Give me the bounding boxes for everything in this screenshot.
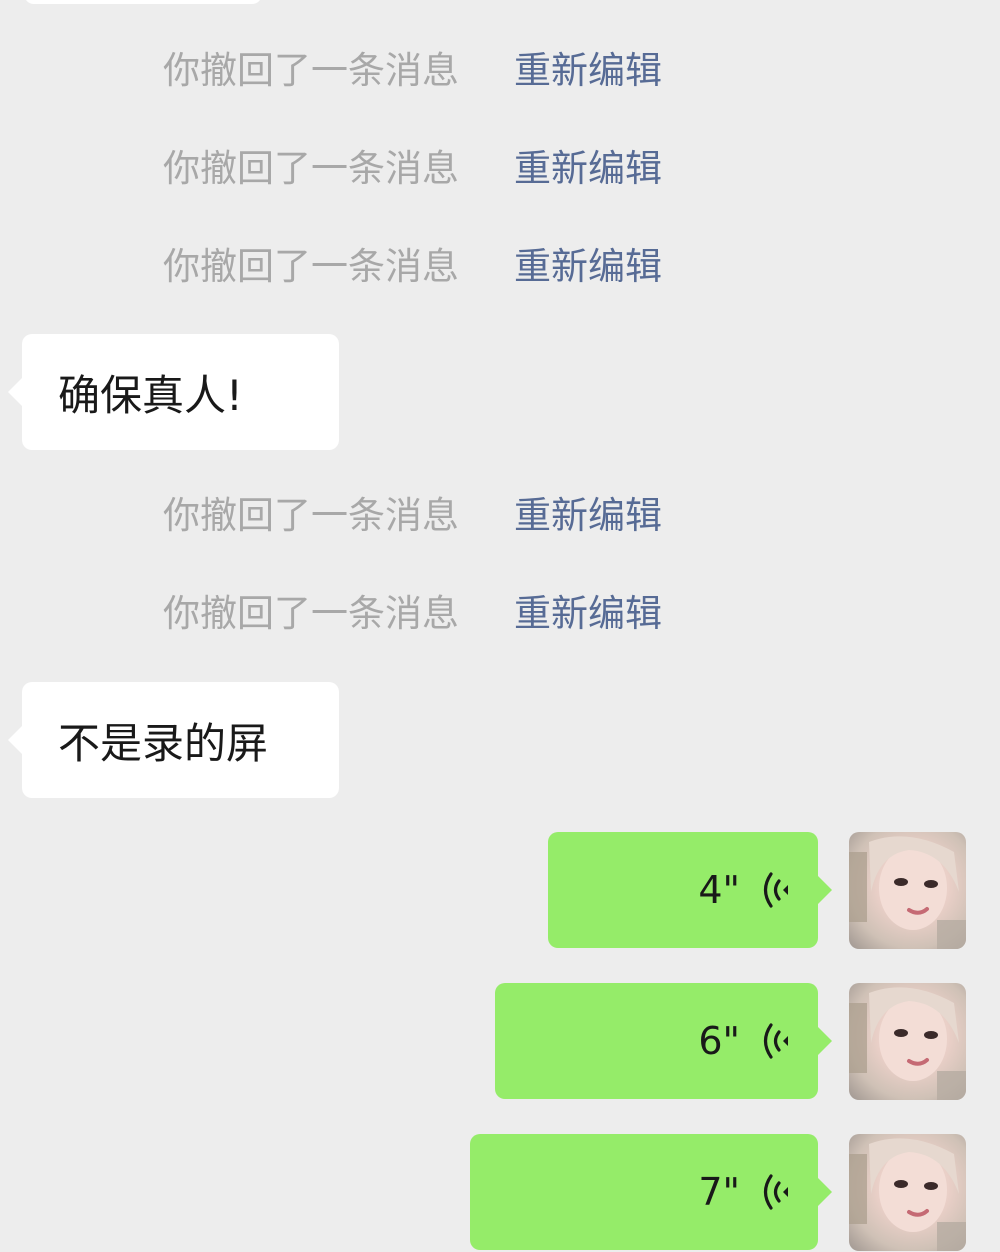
avatar[interactable] <box>849 1134 966 1251</box>
outgoing-voice-message: 4" <box>0 832 1000 950</box>
avatar[interactable] <box>849 983 966 1100</box>
recall-text: 你撤回了一条消息 <box>163 49 459 92</box>
recall-notice: 你撤回了一条消息 重新编辑 <box>0 486 1000 546</box>
recall-text: 你撤回了一条消息 <box>163 147 459 190</box>
outgoing-voice-message: 6" <box>0 983 1000 1101</box>
incoming-message: 确保真人! <box>0 334 1000 450</box>
reedit-link[interactable]: 重新编辑 <box>514 41 662 101</box>
incoming-bubble[interactable]: 确保真人! <box>8 334 339 450</box>
avatar[interactable] <box>849 832 966 949</box>
reedit-link[interactable]: 重新编辑 <box>514 584 662 644</box>
reedit-link[interactable]: 重新编辑 <box>514 237 662 297</box>
voice-wave-icon <box>763 1174 788 1210</box>
recall-text: 你撤回了一条消息 <box>163 494 459 537</box>
voice-duration: 7" <box>698 1170 740 1214</box>
voice-duration: 6" <box>698 1019 740 1063</box>
incoming-message: 不是录的屏 <box>0 682 1000 798</box>
recall-notice: 你撤回了一条消息 重新编辑 <box>0 237 1000 297</box>
recall-text: 你撤回了一条消息 <box>163 592 459 635</box>
voice-bubble[interactable]: 6" <box>495 983 832 1099</box>
recall-notice: 你撤回了一条消息 重新编辑 <box>0 584 1000 644</box>
outgoing-voice-message: 7" <box>0 1134 1000 1252</box>
voice-wave-icon <box>763 1023 788 1059</box>
recall-notice: 你撤回了一条消息 重新编辑 <box>0 139 1000 199</box>
voice-bubble[interactable]: 4" <box>548 832 832 948</box>
message-text: 不是录的屏 <box>58 718 269 768</box>
previous-message-bubble <box>24 0 262 4</box>
incoming-bubble[interactable]: 不是录的屏 <box>8 682 339 798</box>
voice-wave-icon <box>763 872 788 908</box>
reedit-link[interactable]: 重新编辑 <box>514 486 662 546</box>
recall-notice: 你撤回了一条消息 重新编辑 <box>0 41 1000 101</box>
voice-duration: 4" <box>698 868 740 912</box>
message-text: 确保真人! <box>58 370 243 420</box>
recall-text: 你撤回了一条消息 <box>163 245 459 288</box>
voice-bubble[interactable]: 7" <box>470 1134 832 1250</box>
reedit-link[interactable]: 重新编辑 <box>514 139 662 199</box>
